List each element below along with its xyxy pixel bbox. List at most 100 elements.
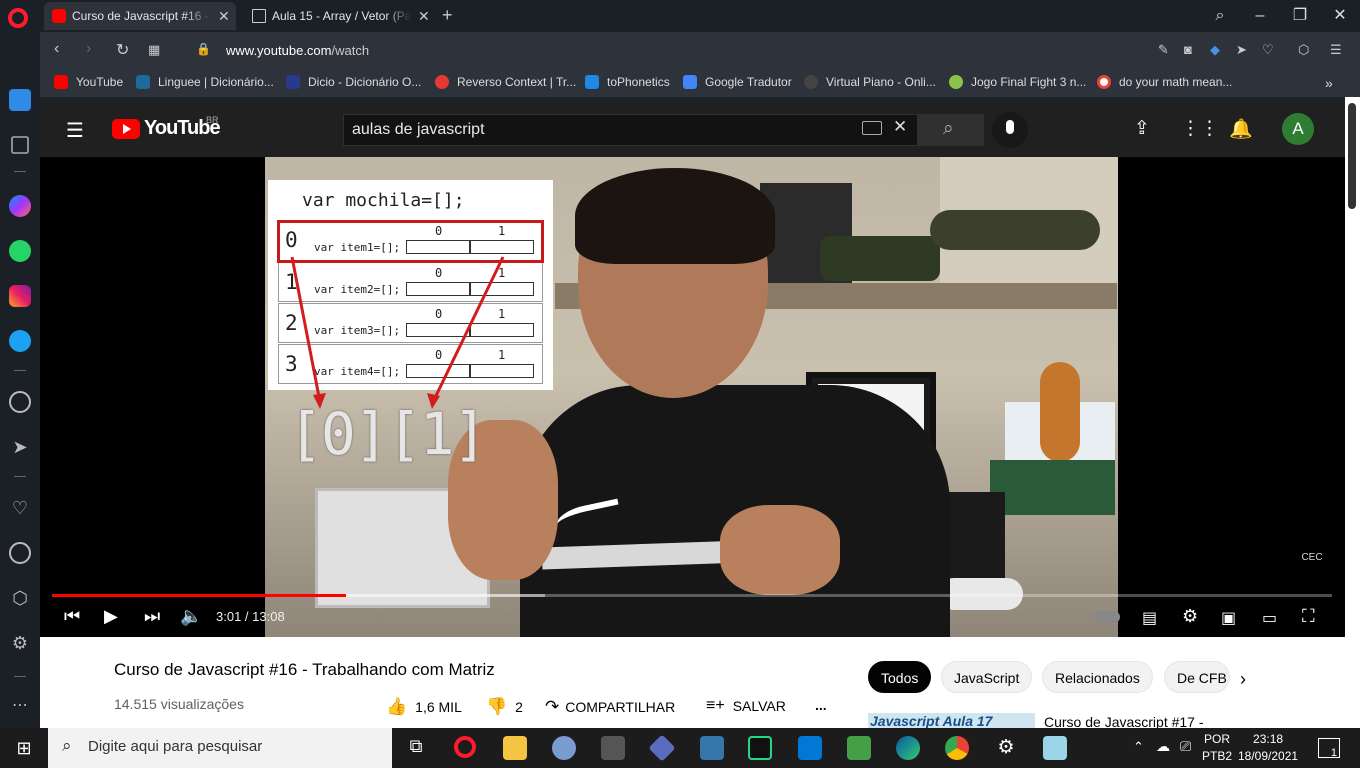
network-icon[interactable]: ⎚ bbox=[1180, 738, 1191, 755]
voice-search-button[interactable] bbox=[992, 112, 1028, 148]
settings-app-icon[interactable]: ⚙ bbox=[994, 736, 1018, 760]
bookmark-virtual-piano[interactable]: Virtual Piano - Onli... bbox=[804, 75, 936, 89]
settings-icon[interactable]: ⚙ bbox=[9, 632, 31, 654]
notifications-bell-icon[interactable]: 🔔 bbox=[1229, 117, 1253, 141]
maximize-button[interactable]: ❐ bbox=[1280, 4, 1320, 28]
recommended-thumbnail[interactable]: Javascript Aula 17 bbox=[868, 713, 1035, 728]
send-icon[interactable]: ➤ bbox=[1236, 42, 1247, 58]
theater-mode-icon[interactable]: ▭ bbox=[1262, 608, 1277, 628]
edit-icon[interactable]: ✎ bbox=[1158, 42, 1169, 58]
instagram-icon[interactable] bbox=[9, 285, 31, 307]
bookmark-linguee[interactable]: Linguee | Dicionário... bbox=[136, 75, 274, 89]
chip-todos[interactable]: Todos bbox=[868, 661, 932, 693]
bookmark-youtube[interactable]: YouTube bbox=[54, 75, 123, 89]
bookmark-google-tradutor[interactable]: Google Tradutor bbox=[683, 75, 792, 89]
bookmark-dicio[interactable]: Dicio - Dicionário O... bbox=[286, 75, 421, 89]
bookmarks-icon[interactable] bbox=[11, 136, 29, 154]
scrollbar-thumb[interactable] bbox=[1348, 103, 1356, 209]
forward-icon[interactable]: › bbox=[86, 40, 91, 58]
opera-logo-icon[interactable] bbox=[8, 8, 28, 28]
close-tab-icon[interactable]: ✕ bbox=[418, 8, 430, 25]
tray-expand-icon[interactable]: ⌃ bbox=[1133, 739, 1144, 755]
fullscreen-icon[interactable]: ⛶ bbox=[1302, 606, 1315, 627]
more-options-icon[interactable]: ⋯ bbox=[9, 697, 31, 719]
bookmarks-more-button[interactable]: » bbox=[1325, 75, 1333, 91]
play-icon[interactable]: ▶ bbox=[104, 606, 118, 627]
tab-active[interactable]: Curso de Javascript #16 - Trabalhando co… bbox=[44, 2, 236, 30]
whatsapp-icon[interactable] bbox=[9, 240, 31, 262]
home-icon[interactable] bbox=[9, 89, 31, 111]
notepad-app-icon[interactable] bbox=[1043, 736, 1067, 760]
chrome-icon[interactable] bbox=[945, 736, 969, 760]
close-window-button[interactable]: ✕ bbox=[1320, 4, 1360, 28]
language-indicator[interactable]: POR PTB2 bbox=[1202, 731, 1232, 765]
search-tabs-icon[interactable]: ⌕ bbox=[1200, 4, 1240, 28]
clear-search-icon[interactable]: ✕ bbox=[893, 117, 907, 137]
search-input[interactable] bbox=[343, 114, 918, 146]
notification-center-icon[interactable]: 1 bbox=[1318, 738, 1340, 759]
upload-icon[interactable]: ⇪ bbox=[1134, 117, 1150, 140]
more-actions-button[interactable]: ... bbox=[815, 697, 827, 713]
onedrive-icon[interactable]: ☁ bbox=[1156, 738, 1170, 755]
miniplayer-icon[interactable]: ▣ bbox=[1221, 608, 1236, 628]
edge-icon[interactable] bbox=[896, 736, 920, 760]
bookmark-google[interactable]: do your math mean... bbox=[1097, 75, 1232, 89]
chip-relacionados[interactable]: Relacionados bbox=[1042, 661, 1153, 693]
pycharm-icon[interactable] bbox=[748, 736, 772, 760]
extensions-icon[interactable]: ⬡ bbox=[1298, 42, 1309, 58]
snapshot-icon[interactable]: ◙ bbox=[1184, 42, 1192, 57]
keyboard-icon[interactable] bbox=[862, 121, 882, 135]
windows-start-icon[interactable]: ⊞ bbox=[0, 728, 48, 768]
next-icon[interactable]: ⏭ bbox=[144, 606, 160, 627]
nodejs-icon[interactable] bbox=[847, 736, 871, 760]
player-icon[interactable] bbox=[9, 391, 31, 413]
reload-icon[interactable]: ↻ bbox=[116, 40, 129, 60]
heart-icon[interactable]: ♡ bbox=[9, 497, 31, 519]
youtube-logo-icon[interactable] bbox=[112, 119, 140, 139]
opera-taskbar-icon[interactable] bbox=[454, 736, 476, 758]
share-button[interactable]: ↷ COMPARTILHAR bbox=[545, 697, 675, 717]
dislike-button[interactable]: 👎 2 bbox=[486, 697, 523, 717]
bookmark-reverso[interactable]: Reverso Context | Tr... bbox=[435, 75, 576, 89]
search-button[interactable]: ⌕ bbox=[918, 114, 984, 146]
hamburger-menu-icon[interactable]: ☰ bbox=[66, 118, 84, 143]
settings-gear-icon[interactable]: ⚙ bbox=[1182, 606, 1198, 627]
channel-watermark[interactable]: CEC bbox=[1292, 552, 1332, 572]
messenger-icon[interactable] bbox=[9, 195, 31, 217]
twitter-icon[interactable] bbox=[9, 330, 31, 352]
previous-icon[interactable]: ⏮ bbox=[64, 606, 80, 627]
back-icon[interactable]: ‹ bbox=[54, 40, 59, 58]
bookmark-final-fight[interactable]: Jogo Final Fight 3 n... bbox=[949, 75, 1086, 89]
autoplay-toggle[interactable] bbox=[1094, 611, 1120, 623]
menu-icon[interactable]: ☰ bbox=[1330, 42, 1342, 58]
flow-send-icon[interactable]: ➤ bbox=[9, 436, 31, 458]
python-icon[interactable] bbox=[700, 736, 724, 760]
close-tab-icon[interactable]: ✕ bbox=[218, 8, 230, 25]
adblock-icon[interactable]: ◆ bbox=[1210, 42, 1220, 58]
apps-grid-icon[interactable]: ⋮⋮ bbox=[1181, 117, 1219, 140]
chip-de-cfb[interactable]: De CFB bbox=[1164, 661, 1230, 693]
save-button[interactable]: ≡+ SALVAR bbox=[706, 697, 786, 715]
subtitles-icon[interactable]: ▤ bbox=[1142, 608, 1157, 628]
system-clock[interactable]: 23:18 18/09/2021 bbox=[1238, 731, 1298, 765]
extensions-cube-icon[interactable]: ⬡ bbox=[9, 587, 31, 609]
paint-icon[interactable] bbox=[552, 736, 576, 760]
avatar[interactable]: A bbox=[1282, 113, 1314, 145]
game-app-icon[interactable] bbox=[601, 736, 625, 760]
speed-dial-icon[interactable]: ▦ bbox=[148, 42, 160, 58]
new-tab-button[interactable]: + bbox=[442, 5, 453, 26]
task-view-icon[interactable]: ⧉ bbox=[404, 736, 428, 760]
minimize-button[interactable]: – bbox=[1240, 4, 1280, 28]
taskbar-search-input[interactable]: ⌕ Digite aqui para pesquisar bbox=[48, 728, 392, 768]
tab-aula15[interactable]: Aula 15 - Array / Vetor (Parte 2) ✕ bbox=[244, 2, 436, 30]
heart-icon[interactable]: ♡ bbox=[1262, 42, 1274, 58]
file-explorer-icon[interactable] bbox=[503, 736, 527, 760]
like-button[interactable]: 👍 1,6 MIL bbox=[386, 697, 462, 717]
bookmark-tophonetics[interactable]: toPhonetics bbox=[585, 75, 670, 89]
url-field[interactable]: www.youtube.com/watch bbox=[226, 43, 369, 58]
vscode-icon[interactable] bbox=[798, 736, 822, 760]
history-icon[interactable] bbox=[9, 542, 31, 564]
volume-icon[interactable]: 🔈 bbox=[180, 606, 202, 627]
chips-next-icon[interactable]: › bbox=[1240, 669, 1246, 690]
chip-javascript[interactable]: JavaScript bbox=[941, 661, 1033, 693]
